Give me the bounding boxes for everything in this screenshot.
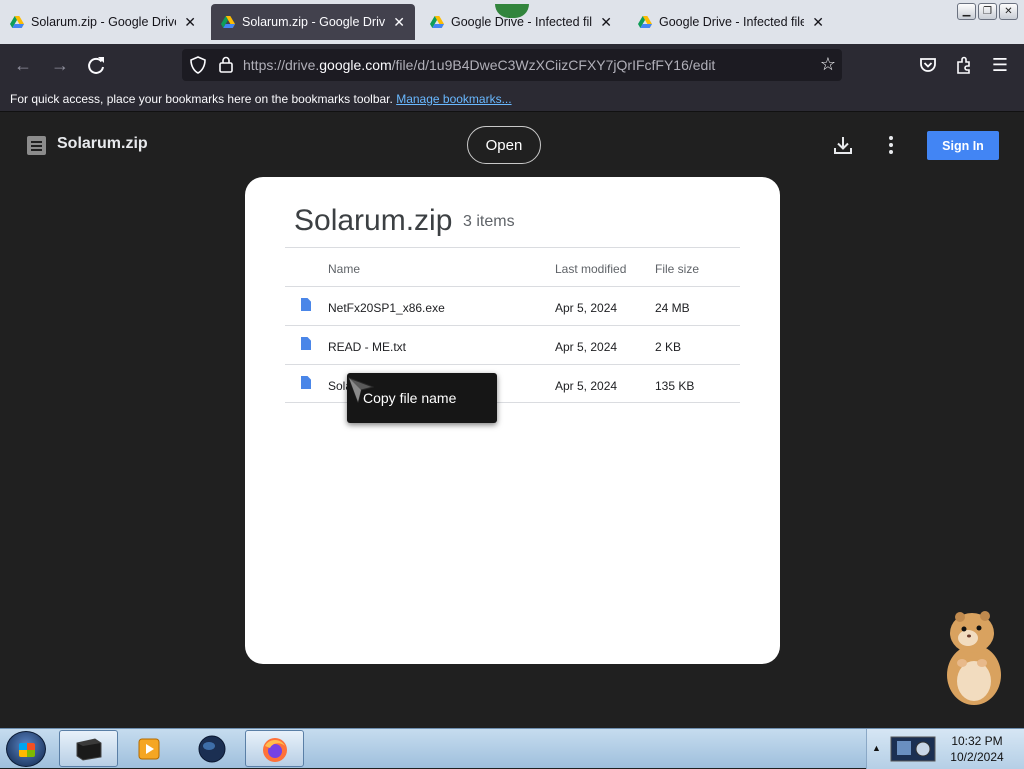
- table-header: Name Last modified File size: [285, 247, 740, 286]
- archive-contents-card: Solarum.zip 3 items Name Last modified F…: [245, 177, 780, 664]
- table-row[interactable]: READ - ME.txt Apr 5, 2024 2 KB: [285, 325, 740, 364]
- sign-in-button[interactable]: Sign In: [927, 131, 999, 160]
- google-drive-icon: [10, 16, 24, 28]
- url-bar[interactable]: https://drive.google.com/file/d/1u9B4Dwe…: [182, 49, 842, 81]
- taskbar-app-firefox[interactable]: [245, 730, 304, 767]
- minimize-button[interactable]: ▁: [957, 3, 976, 20]
- file-size: 135 KB: [655, 379, 695, 393]
- url-domain: google.com: [319, 57, 392, 73]
- firefox-icon: [263, 738, 287, 762]
- terminal-icon: [76, 738, 102, 761]
- navigation-bar: ← → https://drive.google.com/file/d/1u9B…: [0, 44, 1024, 86]
- extensions-icon[interactable]: [954, 55, 974, 75]
- tab-title: Solarum.zip - Google Drive: [242, 15, 386, 29]
- file-modified: Apr 5, 2024: [555, 379, 618, 393]
- column-header-modified[interactable]: Last modified: [555, 262, 626, 276]
- url-path: /file/d/1u9B4DweC3WzXCiizCFXY7jQrIFcfFY1…: [391, 57, 716, 73]
- clock[interactable]: 10:32 PM 10/2/2024: [941, 733, 1013, 765]
- url-text[interactable]: https://drive.google.com/file/d/1u9B4Dwe…: [243, 57, 715, 73]
- close-tab-icon[interactable]: ✕: [812, 15, 824, 29]
- hamster-mascot-icon: [947, 611, 1001, 705]
- forward-icon[interactable]: →: [49, 54, 71, 76]
- lock-icon[interactable]: [219, 56, 233, 73]
- clock-date: 10/2/2024: [950, 750, 1004, 764]
- more-options-icon[interactable]: [881, 134, 901, 156]
- file-name[interactable]: NetFx20SP1_x86.exe: [328, 301, 445, 315]
- file-icon: [301, 298, 311, 311]
- restore-button[interactable]: ❐: [978, 3, 997, 20]
- item-count: 3 items: [463, 213, 515, 230]
- bookmark-star-icon[interactable]: ☆: [820, 54, 836, 74]
- tab-title: Google Drive - Infected file: [659, 15, 805, 29]
- download-icon[interactable]: [832, 134, 854, 156]
- google-drive-icon: [430, 16, 444, 28]
- menu-icon[interactable]: ☰: [989, 54, 1011, 76]
- tab-title: Solarum.zip - Google Drive: [31, 15, 177, 29]
- url-prefix: https://drive.: [243, 57, 320, 73]
- archive-file-icon: [27, 136, 46, 155]
- start-button[interactable]: [6, 731, 46, 767]
- column-header-size[interactable]: File size: [655, 262, 699, 276]
- column-header-name[interactable]: Name: [328, 262, 360, 276]
- file-icon: [301, 337, 311, 350]
- mouse-cursor-icon: [348, 377, 374, 403]
- close-window-button[interactable]: ✕: [999, 3, 1018, 20]
- file-modified: Apr 5, 2024: [555, 340, 618, 354]
- close-tab-icon[interactable]: ✕: [600, 15, 612, 29]
- close-tab-icon[interactable]: ✕: [393, 15, 405, 29]
- tab-4[interactable]: Google Drive - Infected file ✕: [628, 4, 834, 40]
- manage-bookmarks-link[interactable]: Manage bookmarks...: [396, 92, 511, 106]
- tab-strip: Solarum.zip - Google Drive ✕ Solarum.zip…: [0, 0, 1024, 44]
- show-hidden-icons-icon[interactable]: ▲: [872, 743, 881, 753]
- file-icon: [301, 376, 311, 389]
- back-icon[interactable]: ←: [12, 54, 34, 76]
- drive-preview-page: Solarum.zip Open Sign In Solarum.zip 3 i…: [0, 112, 1024, 728]
- pocket-icon[interactable]: [918, 55, 938, 75]
- taskbar-app-terminal[interactable]: [59, 730, 118, 767]
- close-tab-icon[interactable]: ✕: [184, 15, 196, 29]
- file-modified: Apr 5, 2024: [555, 301, 618, 315]
- media-player-icon: [138, 738, 160, 760]
- globe-icon: [198, 735, 226, 763]
- tooltip-text: Copy file name: [363, 390, 457, 406]
- window-controls: ▁ ❐ ✕: [957, 3, 1018, 20]
- windows-taskbar: ▲ 10:32 PM 10/2/2024: [0, 728, 1024, 769]
- taskbar-app-globe[interactable]: [183, 730, 242, 767]
- table-row[interactable]: NetFx20SP1_x86.exe Apr 5, 2024 24 MB: [285, 286, 740, 325]
- system-tray: ▲ 10:32 PM 10/2/2024: [866, 729, 1024, 769]
- network-monitor-icon[interactable]: [889, 734, 939, 764]
- file-size: 2 KB: [655, 340, 682, 354]
- shield-icon[interactable]: [190, 56, 206, 74]
- bookmarks-message: For quick access, place your bookmarks h…: [10, 92, 393, 106]
- file-size: 24 MB: [655, 301, 690, 315]
- google-drive-icon: [221, 16, 235, 28]
- taskbar-app-media-player[interactable]: [121, 730, 180, 767]
- tab-2[interactable]: Solarum.zip - Google Drive ✕: [211, 4, 415, 40]
- tab-1[interactable]: Solarum.zip - Google Drive ✕: [0, 4, 206, 40]
- archive-title: Solarum.zip: [294, 204, 453, 237]
- bookmarks-toolbar: For quick access, place your bookmarks h…: [0, 86, 1024, 112]
- reload-icon[interactable]: [86, 55, 106, 75]
- file-header-title: Solarum.zip: [57, 135, 148, 152]
- file-name[interactable]: READ - ME.txt: [328, 340, 406, 354]
- google-drive-icon: [638, 16, 652, 28]
- open-button[interactable]: Open: [467, 126, 541, 164]
- tab-title: Google Drive - Infected file: [451, 15, 593, 29]
- clock-time: 10:32 PM: [951, 734, 1003, 748]
